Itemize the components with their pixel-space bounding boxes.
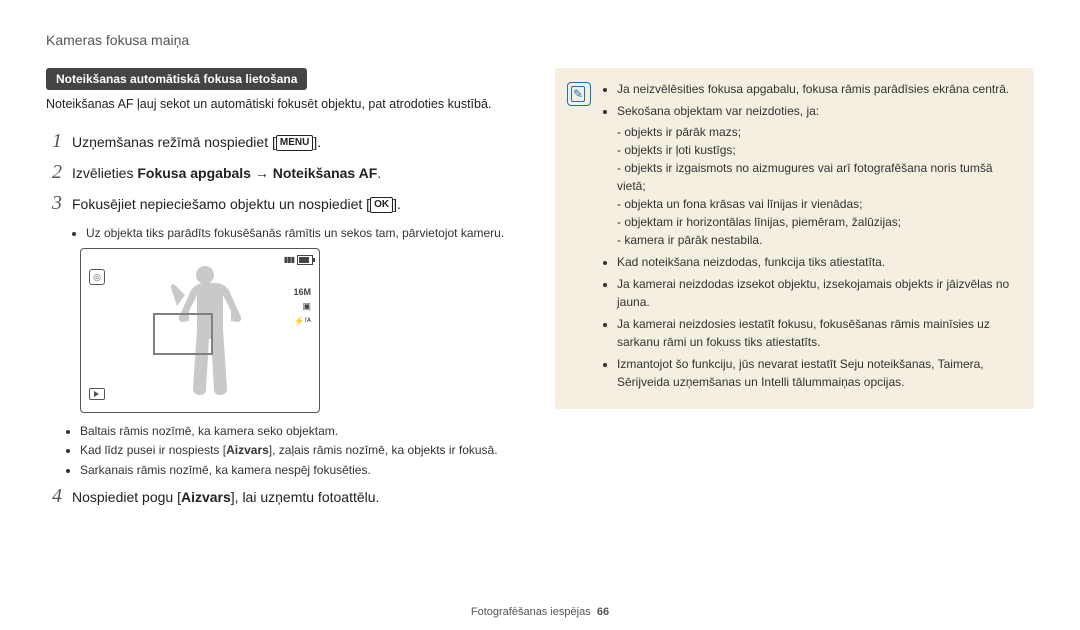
note-box: Ja neizvēlēsities fokusa apgabalu, fokus… <box>555 68 1034 409</box>
steps-list: 1 Uzņemšanas režīmā nospiediet [MENU]. 2… <box>46 130 525 215</box>
list-item: Sekošana objektam var neizdoties, ja: ob… <box>617 102 1018 249</box>
list-item: Izmantojot šo funkciju, jūs nevarat iest… <box>617 355 1018 391</box>
step-2: 2 Izvēlieties Fokusa apgabals → Noteikša… <box>46 161 525 184</box>
list-item: Uz objekta tiks parādīts fokusēšanās rām… <box>86 225 525 242</box>
step-4: 4 Nospiediet pogu [Aizvars], lai uzņemtu… <box>46 485 525 508</box>
shutter-bold: Aizvars <box>226 443 269 457</box>
list-item: kamera ir pārāk nestabila. <box>617 231 1018 249</box>
step-text: Nospiediet pogu [Aizvars], lai uzņemtu f… <box>72 487 379 507</box>
step-number: 2 <box>46 161 62 184</box>
intro-text: Noteikšanas AF ļauj sekot un automātiski… <box>46 96 525 114</box>
footer: Fotografēšanas iespējas 66 <box>0 606 1080 618</box>
list-item: Kad noteikšana neizdodas, funkcija tiks … <box>617 253 1018 271</box>
list-item: objekta un fona krāsas vai līnijas ir vi… <box>617 195 1018 213</box>
list-item: objektam ir horizontālas līnijas, piemēr… <box>617 213 1018 231</box>
list-item: Ja neizvēlēsities fokusa apgabalu, fokus… <box>617 80 1018 98</box>
status-bar: ▮▮▮ <box>284 255 313 265</box>
step-3: 3 Fokusējiet nepieciešamo objektu un nos… <box>46 192 525 215</box>
signal-icon: ▮▮▮ <box>284 255 294 264</box>
text-part: , zaļais rāmis nozīmē, ka objekts ir fok… <box>272 443 497 457</box>
step-1: 1 Uzņemšanas režīmā nospiediet [MENU]. <box>46 130 525 153</box>
note-icon <box>567 82 591 106</box>
list-item: Baltais rāmis nozīmē, ka kamera seko obj… <box>80 423 525 440</box>
note-lead: Sekošana objektam var neizdoties, ja: <box>617 104 819 118</box>
left-column: Noteikšanas automātiskā fokusa lietošana… <box>46 68 525 518</box>
resolution-badge: 16M <box>293 285 311 299</box>
arrow: → <box>251 165 273 181</box>
page-header: Kameras fokusa maiņa <box>46 32 1034 48</box>
shooting-badges: 16M ▣ ⚡ᶠᴬ <box>293 285 311 328</box>
page-number: 66 <box>597 606 609 618</box>
right-column: Ja neizvēlēsities fokusa apgabalu, fokus… <box>555 68 1034 409</box>
step-text-part: ]. <box>393 196 401 212</box>
metering-badge: ▣ <box>293 299 311 313</box>
list-item: Sarkanais rāmis nozīmē, ka kamera nespēj… <box>80 462 525 479</box>
step-text-part: Izvēlieties <box>72 165 137 181</box>
text-part: Kad līdz pusei ir nospiests <box>80 443 223 457</box>
list-item: Ja kamerai neizdosies iestatīt fokusu, f… <box>617 315 1018 351</box>
battery-icon <box>297 255 313 265</box>
list-item: objekts ir ļoti kustīgs; <box>617 141 1018 159</box>
step-text-part: . <box>377 165 381 181</box>
footer-label: Fotografēšanas iespējas <box>471 606 591 618</box>
note-list: Ja neizvēlēsities fokusa apgabalu, fokus… <box>601 80 1018 395</box>
step-text-part: Uzņemšanas režīmā nospiediet [ <box>72 134 276 150</box>
step-number: 4 <box>46 485 62 508</box>
step-text: Uzņemšanas režīmā nospiediet [MENU]. <box>72 132 321 152</box>
menu-button-label: MENU <box>276 135 313 151</box>
step-bold: Aizvars <box>181 489 231 505</box>
mode-icon: ◎ <box>89 269 105 285</box>
playback-icon <box>89 388 105 400</box>
step-bold: Noteikšanas AF <box>273 165 378 181</box>
flash-badge: ⚡ᶠᴬ <box>293 314 311 328</box>
section-title-pill: Noteikšanas automātiskā fokusa lietošana <box>46 68 307 90</box>
step-text: Izvēlieties Fokusa apgabals → Noteikšana… <box>72 163 381 183</box>
list-item: objekts ir pārāk mazs; <box>617 123 1018 141</box>
step-number: 1 <box>46 130 62 153</box>
focus-frame <box>153 313 213 355</box>
step-text-part: Fokusējiet nepieciešamo objektu un nospi… <box>72 196 370 212</box>
step-text-part: ]. <box>313 134 321 150</box>
step-bold: Fokusa apgabals <box>137 165 251 181</box>
after-illustration-bullets: Baltais rāmis nozīmē, ka kamera seko obj… <box>80 423 525 479</box>
note-sublist: objekts ir pārāk mazs; objekts ir ļoti k… <box>617 123 1018 249</box>
step-text-part: Nospiediet pogu [ <box>72 489 181 505</box>
step3-sub-bullets: Uz objekta tiks parādīts fokusēšanās rām… <box>86 225 525 242</box>
step-number: 3 <box>46 192 62 215</box>
list-item: Ja kamerai neizdodas izsekot objektu, iz… <box>617 275 1018 311</box>
steps-list-cont: 4 Nospiediet pogu [Aizvars], lai uzņemtu… <box>46 485 525 508</box>
ok-button-label: OK <box>370 197 393 213</box>
step-text-part: ], lai uzņemtu fotoattēlu. <box>231 489 380 505</box>
step-text: Fokusējiet nepieciešamo objektu un nospi… <box>72 194 401 214</box>
list-item: Kad līdz pusei ir nospiests [Aizvars], z… <box>80 442 525 459</box>
list-item: objekts ir izgaismots no aizmugures vai … <box>617 159 1018 195</box>
camera-screen-illustration: ▮▮▮ ◎ 16M ▣ ⚡ᶠᴬ <box>80 248 320 413</box>
